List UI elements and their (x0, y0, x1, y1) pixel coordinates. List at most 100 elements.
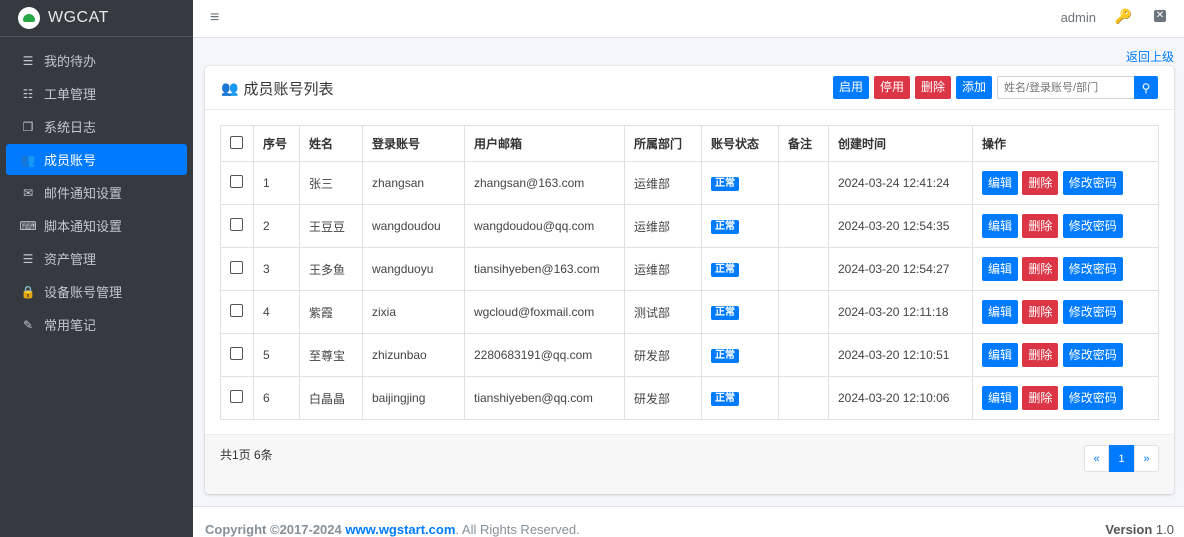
user-name[interactable]: admin (1061, 10, 1096, 25)
edit-button[interactable]: 编辑 (982, 214, 1019, 238)
cell-select[interactable] (220, 247, 254, 291)
sidebar-item-2[interactable]: ❐ 系统日志 (6, 111, 187, 142)
lock-icon: 🔒 (20, 284, 36, 299)
cell-no: 2 (253, 204, 300, 248)
sidebar-item-5[interactable]: ⌨ 脚本通知设置 (6, 210, 187, 241)
change-password-button[interactable]: 修改密码 (1062, 257, 1123, 281)
copyright: Copyright ©2017-2024 www.wgstart.com. Al… (205, 522, 580, 537)
delete-row-button[interactable]: 删除 (1022, 300, 1059, 324)
edit-button[interactable]: 编辑 (982, 386, 1019, 410)
cell-dept: 运维部 (624, 204, 702, 248)
header-no: 序号 (253, 125, 300, 162)
cell-dept: 测试部 (624, 290, 702, 334)
edit-button[interactable]: 编辑 (982, 257, 1019, 281)
change-password-button[interactable]: 修改密码 (1062, 343, 1123, 367)
sidebar-nav: ☰ 我的待办 ☷ 工单管理 ❐ 系统日志 👥 成员账号 ✉ 邮件通知设置 ⌨ 脚本通知设置 ☰ 资产管理 🔒… (0, 37, 193, 340)
next-page-button[interactable]: » (1134, 445, 1159, 472)
table-row[interactable]: 3 王多鱼 wangduoyu tiansihyeben@163.com 运维部 正常 20… (220, 247, 1159, 291)
change-password-button[interactable]: 修改密码 (1062, 300, 1123, 324)
cell-select[interactable] (220, 290, 254, 334)
table-row[interactable]: 5 至尊宝 zhizunbao 2280683191@qq.com 研发部 正常 2024-… (220, 333, 1159, 377)
cell-select[interactable] (220, 161, 254, 205)
cell-select[interactable] (220, 376, 254, 420)
cell-dept: 研发部 (624, 333, 702, 377)
sidebar-item-6[interactable]: ☰ 资产管理 (6, 243, 187, 274)
sidebar-item-7[interactable]: 🔒 设备账号管理 (6, 276, 187, 307)
close-icon[interactable]: ✕ (1154, 10, 1166, 22)
edit-button[interactable]: 编辑 (982, 343, 1019, 367)
page-1-button[interactable]: 1 (1109, 445, 1134, 472)
sidebar-item-1[interactable]: ☷ 工单管理 (6, 78, 187, 109)
cell-actions: 编辑 删除 修改密码 (972, 290, 1159, 334)
sidebar-item-label: 设备账号管理 (44, 285, 123, 300)
table-row[interactable]: 2 王豆豆 wangdoudou wangdoudou@qq.com 运维部 正常 2024… (220, 204, 1159, 248)
cell-no: 5 (253, 333, 300, 377)
sidebar-item-8[interactable]: ✎ 常用笔记 (6, 309, 187, 340)
search-button[interactable]: ⚲ (1134, 76, 1158, 99)
disable-button[interactable]: 停用 (873, 76, 910, 99)
header-created: 创建时间 (828, 125, 973, 162)
table-row[interactable]: 6 白晶晶 baijingjing tianshiyeben@qq.com 研发部 正常 2… (220, 376, 1159, 420)
select-all-checkbox[interactable] (230, 135, 243, 149)
sidebar-item-3[interactable]: 👥 成员账号 (6, 144, 187, 175)
delete-row-button[interactable]: 删除 (1022, 343, 1059, 367)
sidebar-item-label: 系统日志 (44, 120, 97, 135)
cell-login: zhangsan (362, 161, 465, 205)
cell-created: 2024-03-20 12:10:51 (828, 333, 973, 377)
sidebar-item-label: 成员账号 (44, 153, 97, 168)
table-row[interactable]: 1 张三 zhangsan zhangsan@163.com 运维部 正常 2024-03-… (220, 161, 1159, 205)
back-link[interactable]: 返回上级 (1126, 48, 1174, 65)
list-icon: ☷ (22, 86, 34, 101)
cell-status: 正常 (701, 247, 779, 291)
delete-row-button[interactable]: 删除 (1022, 171, 1059, 195)
delete-row-button[interactable]: 删除 (1022, 257, 1059, 281)
table-body: 1 张三 zhangsan zhangsan@163.com 运维部 正常 2024-03-… (220, 161, 1159, 420)
change-password-button[interactable]: 修改密码 (1062, 171, 1123, 195)
menu-toggle-icon[interactable]: ≡ (210, 9, 219, 27)
edit-button[interactable]: 编辑 (982, 171, 1019, 195)
row-checkbox[interactable] (230, 347, 243, 360)
edit-button[interactable]: 编辑 (982, 300, 1019, 324)
change-password-button[interactable]: 修改密码 (1062, 386, 1123, 410)
sidebar-item-0[interactable]: ☰ 我的待办 (6, 45, 187, 76)
row-checkbox[interactable] (230, 218, 243, 231)
row-checkbox[interactable] (230, 390, 243, 403)
users-icon: 👥 (221, 80, 239, 96)
topbar: ≡ admin 🔑 ✕ (193, 0, 1184, 38)
enable-button[interactable]: 启用 (832, 76, 869, 99)
row-checkbox[interactable] (230, 175, 243, 188)
row-checkbox[interactable] (230, 261, 243, 274)
cell-login: zhizunbao (362, 333, 465, 377)
key-icon[interactable]: 🔑 (1115, 8, 1132, 25)
brand[interactable]: WGCAT (0, 0, 193, 37)
cell-actions: 编辑 删除 修改密码 (972, 204, 1159, 248)
sidebar-item-label: 邮件通知设置 (44, 186, 123, 201)
delete-row-button[interactable]: 删除 (1022, 386, 1059, 410)
row-checkbox[interactable] (230, 304, 243, 317)
cell-login: baijingjing (362, 376, 465, 420)
site-link[interactable]: www.wgstart.com (345, 522, 455, 537)
cell-name: 王豆豆 (299, 204, 363, 248)
keyboard-icon: ⌨ (19, 218, 37, 233)
delete-button[interactable]: 删除 (914, 76, 951, 99)
add-button[interactable]: 添加 (955, 76, 992, 99)
cell-name: 白晶晶 (299, 376, 363, 420)
cell-created: 2024-03-20 12:54:27 (828, 247, 973, 291)
header-select-all[interactable] (220, 125, 254, 162)
cell-no: 6 (253, 376, 300, 420)
version: Version 1.0 (1105, 522, 1174, 537)
cell-note (778, 333, 829, 377)
sidebar-item-4[interactable]: ✉ 邮件通知设置 (6, 177, 187, 208)
cell-select[interactable] (220, 204, 254, 248)
cell-email: wgcloud@foxmail.com (464, 290, 625, 334)
sidebar-item-label: 脚本通知设置 (44, 219, 123, 234)
search-input[interactable] (997, 76, 1134, 99)
delete-row-button[interactable]: 删除 (1022, 214, 1059, 238)
header-dept: 所属部门 (624, 125, 702, 162)
table-row[interactable]: 4 紫霞 zixia wgcloud@foxmail.com 测试部 正常 2024-03-… (220, 290, 1159, 334)
cell-select[interactable] (220, 333, 254, 377)
prev-page-button[interactable]: « (1084, 445, 1109, 472)
server-icon: ☰ (22, 53, 34, 68)
cell-created: 2024-03-24 12:41:24 (828, 161, 973, 205)
change-password-button[interactable]: 修改密码 (1062, 214, 1123, 238)
